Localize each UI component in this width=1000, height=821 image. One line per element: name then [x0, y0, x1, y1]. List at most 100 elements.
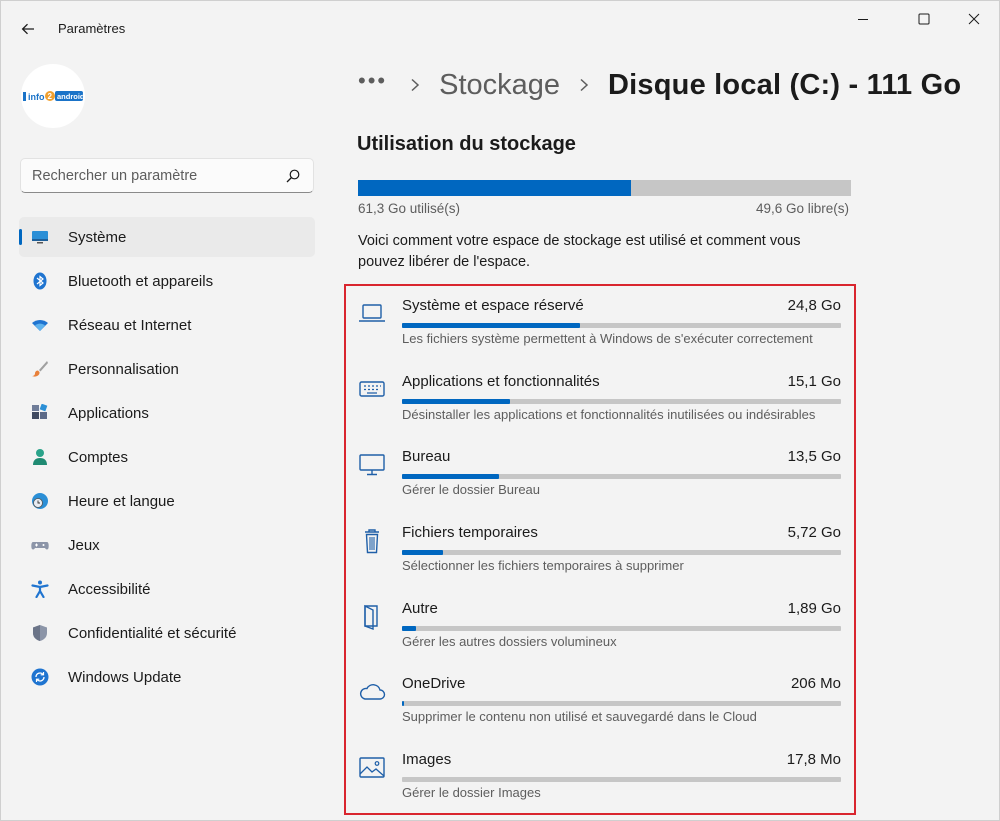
- sidebar-nav: Système Bluetooth et appareils Réseau et…: [19, 217, 315, 701]
- category-bar: [402, 323, 841, 328]
- maximize-icon: [918, 13, 930, 25]
- gamepad-icon: [31, 542, 49, 550]
- category-description: Gérer le dossier Bureau: [402, 482, 541, 498]
- category-bar-fill: [402, 474, 499, 480]
- folder-icon: [364, 604, 378, 630]
- sidebar-item-accessibilite[interactable]: Accessibilité: [19, 569, 315, 609]
- info2android-logo: info 2 android: [23, 91, 84, 102]
- category-description: Gérer les autres dossiers volumineux: [402, 633, 617, 649]
- svg-text:info: info: [28, 92, 45, 102]
- sidebar-item-personnalisation[interactable]: Personnalisation: [19, 349, 315, 389]
- category-bar: [402, 625, 841, 631]
- category-name: Bureau: [402, 448, 451, 466]
- storage-category-list: Système et espace réservé 24,8 Go Les fi…: [355, 289, 845, 819]
- sidebar-item-label: Comptes: [68, 449, 129, 466]
- category-description: Sélectionner les fichiers temporaires à …: [402, 558, 684, 574]
- sidebar-item-confidentialite[interactable]: Confidentialité et sécurité: [19, 613, 315, 653]
- category-name: Autre: [402, 599, 438, 617]
- sidebar-item-label: Accessibilité: [68, 581, 151, 598]
- bluetooth-icon: [33, 272, 47, 290]
- search-input[interactable]: [32, 166, 272, 186]
- sidebar-item-bluetooth[interactable]: Bluetooth et appareils: [19, 261, 315, 301]
- breadcrumb-more-button[interactable]: •••: [358, 68, 387, 94]
- chevron-right-icon: [580, 78, 589, 92]
- breadcrumb: ••• Stockage Disque local (C:) - 111 Go: [358, 65, 961, 105]
- laptop-icon: [359, 304, 385, 322]
- sidebar-item-reseau[interactable]: Réseau et Internet: [19, 305, 315, 345]
- avatar[interactable]: info 2 android: [21, 64, 85, 128]
- sidebar-item-label: Windows Update: [68, 669, 182, 686]
- shield-icon: [33, 625, 47, 641]
- category-autre[interactable]: Autre 1,89 Go Gérer les autres dossiers …: [355, 592, 845, 668]
- back-button[interactable]: [11, 13, 45, 45]
- category-description: Désinstaller les applications et fonctio…: [402, 406, 816, 422]
- sidebar-item-comptes[interactable]: Comptes: [19, 437, 315, 477]
- brush-icon: [32, 361, 48, 377]
- sidebar-item-heure-langue[interactable]: Heure et langue: [19, 481, 315, 521]
- sidebar-item-windows-update[interactable]: Windows Update: [19, 657, 315, 697]
- account-icon: [33, 449, 47, 465]
- close-icon: [968, 13, 980, 25]
- category-bar: [402, 398, 841, 404]
- sidebar-item-label: Heure et langue: [68, 493, 175, 510]
- category-images[interactable]: Images 17,8 Mo Gérer le dossier Images: [355, 743, 845, 819]
- category-size: 17,8 Mo: [786, 751, 841, 769]
- sidebar-item-label: Applications: [68, 405, 149, 422]
- storage-usage-bar: [358, 180, 851, 196]
- category-name: OneDrive: [402, 675, 466, 693]
- sidebar-item-label: Bluetooth et appareils: [68, 273, 214, 290]
- svg-text:2: 2: [48, 92, 53, 101]
- sidebar-item-systeme[interactable]: Système: [19, 217, 315, 257]
- used-space-label: 61,3 Go utilisé(s): [358, 201, 461, 216]
- category-size: 206 Mo: [790, 675, 841, 693]
- sidebar-item-jeux[interactable]: Jeux: [19, 525, 315, 565]
- sidebar-item-applications[interactable]: Applications: [19, 393, 315, 433]
- category-name: Fichiers temporaires: [402, 524, 538, 542]
- sidebar-item-label: Personnalisation: [68, 361, 179, 378]
- category-bar: [402, 474, 841, 480]
- cloud-icon: [359, 684, 386, 701]
- category-systeme[interactable]: Système et espace réservé 24,8 Go Les fi…: [355, 289, 845, 365]
- back-arrow-icon: [21, 23, 34, 35]
- free-space-label: 49,6 Go libre(s): [755, 201, 849, 216]
- wifi-icon: [32, 320, 48, 331]
- minimize-icon: [857, 18, 868, 20]
- search-icon[interactable]: [285, 168, 301, 184]
- category-size: 1,89 Go: [787, 599, 841, 617]
- category-bar-fill: [402, 550, 443, 556]
- accessibility-icon: [31, 580, 49, 598]
- app-title: Paramètres: [58, 21, 126, 36]
- category-bar-fill: [402, 625, 416, 631]
- page-title: Disque local (C:) - 111 Go: [608, 68, 962, 101]
- search-box[interactable]: [20, 158, 314, 193]
- apps-icon: [32, 404, 48, 419]
- storage-usage-fill: [358, 180, 631, 196]
- category-bar: [402, 550, 841, 556]
- breadcrumb-stockage-link[interactable]: Stockage: [439, 69, 560, 102]
- minimize-button[interactable]: [836, 1, 890, 37]
- category-bar-fill: [402, 398, 510, 404]
- category-bureau[interactable]: Bureau 13,5 Go Gérer le dossier Bureau: [355, 440, 845, 516]
- title-bar: Paramètres: [1, 1, 999, 49]
- category-name: Applications et fonctionnalités: [402, 372, 600, 390]
- keyboard-icon: [359, 380, 385, 397]
- category-size: 13,5 Go: [787, 448, 841, 466]
- close-button[interactable]: [947, 1, 1000, 37]
- category-bar-fill: [402, 701, 404, 707]
- category-onedrive[interactable]: OneDrive 206 Mo Supprimer le contenu non…: [355, 667, 845, 743]
- settings-window: Paramètres info 2 android Rechercher un …: [0, 0, 1000, 821]
- sidebar-item-label: Jeux: [68, 537, 100, 554]
- image-icon: [359, 757, 385, 778]
- category-bar-fill: [402, 323, 580, 328]
- maximize-button[interactable]: [897, 1, 951, 37]
- category-fichiers-temporaires[interactable]: Fichiers temporaires 5,72 Go Sélectionne…: [355, 516, 845, 592]
- category-name: Images: [402, 751, 452, 769]
- storage-description: Voici comment votre espace de stockage e…: [358, 233, 801, 270]
- clock-globe-icon: [32, 493, 48, 509]
- category-applications[interactable]: Applications et fonctionnalités 15,1 Go …: [355, 365, 845, 441]
- sidebar-item-label: Réseau et Internet: [68, 317, 192, 334]
- category-size: 15,1 Go: [787, 372, 841, 390]
- system-icon: [32, 231, 48, 244]
- svg-text:android: android: [57, 92, 84, 101]
- sidebar-item-label: Confidentialité et sécurité: [68, 625, 237, 642]
